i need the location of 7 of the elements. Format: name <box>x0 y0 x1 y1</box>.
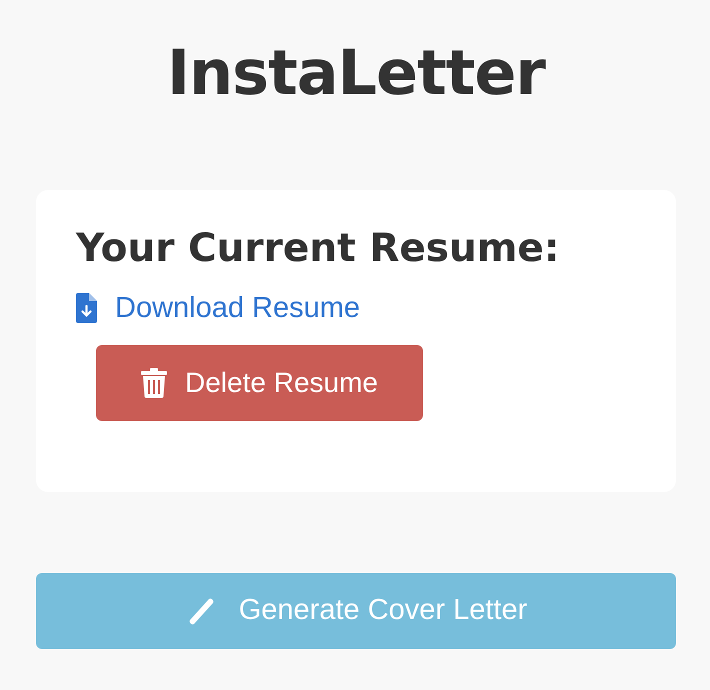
delete-button[interactable]: Delete Resume <box>96 345 423 422</box>
generate-button[interactable]: Generate Cover Letter <box>36 573 676 649</box>
app-title: InstaLetter <box>166 35 547 111</box>
section-heading: Your Current Resume: <box>76 226 560 273</box>
download-link[interactable]: Download Resume <box>76 290 360 326</box>
trash-icon <box>141 368 167 398</box>
file-download-icon <box>76 293 97 324</box>
